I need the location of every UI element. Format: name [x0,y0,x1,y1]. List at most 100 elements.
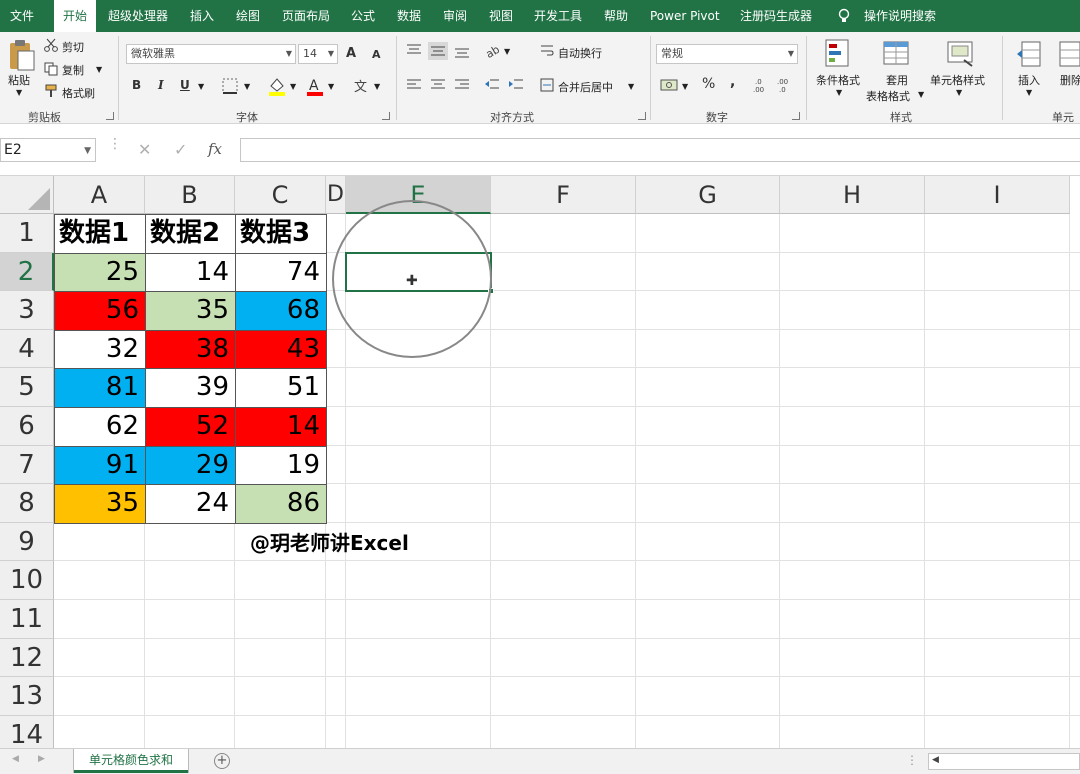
cell-styles-dropdown-icon[interactable]: ▼ [956,88,962,97]
row-header-13[interactable]: 13 [0,677,54,716]
conditional-format-icon[interactable] [824,38,854,68]
menu-tab-super-processor[interactable]: 超级处理器 [104,0,172,32]
format-as-table-dropdown-icon[interactable]: ▼ [918,90,924,99]
table-cell[interactable]: 38 [145,329,236,370]
phonetic-icon[interactable]: 文 [352,77,370,95]
cancel-icon[interactable]: ✕ [138,140,151,159]
fill-color-icon[interactable] [268,76,286,96]
copy-icon[interactable] [44,62,58,76]
merge-dropdown-icon[interactable]: ▼ [628,82,634,91]
phonetic-dropdown-icon[interactable]: ▼ [374,82,380,91]
next-sheet-icon[interactable]: ▶ [38,754,45,764]
align-center-icon[interactable] [430,78,446,92]
table-cell[interactable]: 43 [235,329,327,370]
table-cell[interactable]: 68 [235,291,327,331]
row-header-12[interactable]: 12 [0,638,54,678]
menu-tab-file[interactable]: 文件 [6,0,38,32]
alignment-launcher-icon[interactable] [638,112,646,120]
menu-tab-help[interactable]: 帮助 [600,0,632,32]
shrink-font-button[interactable]: A [372,48,381,61]
horizontal-scrollbar[interactable]: ◀ [928,753,1080,770]
number-format-combo[interactable]: 常规 ▼ [656,44,798,64]
table-cell[interactable]: 35 [145,291,236,331]
table-cell[interactable]: 39 [145,368,236,408]
table-cell[interactable]: 35 [54,484,146,524]
align-right-icon[interactable] [454,78,470,92]
scissors-icon[interactable] [44,38,58,52]
border-dropdown-icon[interactable]: ▼ [244,82,250,91]
menu-tab-draw[interactable]: 绘图 [232,0,264,32]
format-as-table-icon[interactable] [882,38,912,68]
table-cell[interactable]: 86 [235,484,327,524]
copy-dropdown-icon[interactable]: ▼ [96,65,102,74]
format-as-table-line1[interactable]: 套用 [886,72,908,88]
bold-button[interactable]: B [132,78,141,92]
delete-cells-icon[interactable] [1058,40,1080,68]
column-header-a[interactable]: A [54,176,145,214]
percent-button[interactable]: % [702,76,715,92]
search-tell-me[interactable]: 操作说明搜索 [860,0,940,32]
row-header-5[interactable]: 5 [0,368,54,407]
font-color-dropdown-icon[interactable]: ▼ [328,82,334,91]
cut-button[interactable]: 剪切 [62,39,84,55]
menu-tab-view[interactable]: 视图 [485,0,517,32]
name-box-dropdown-icon[interactable]: ▼ [84,140,91,162]
formula-input[interactable] [240,138,1080,162]
border-icon[interactable] [222,78,238,94]
merge-center-icon[interactable] [540,78,554,92]
font-size-combo[interactable]: 14 ▼ [298,44,338,64]
row-header-1[interactable]: 1 [0,214,54,253]
grow-font-button[interactable]: A [346,46,356,61]
table-cell[interactable]: 24 [145,484,236,524]
copy-button[interactable]: 复制 [62,62,84,78]
menu-tab-data[interactable]: 数据 [393,0,425,32]
table-cell[interactable]: 14 [145,252,236,293]
align-top-icon[interactable] [406,44,422,58]
table-header-cell[interactable]: 数据2 [145,214,236,254]
merge-center-button[interactable]: 合并后居中 [558,79,613,95]
worksheet-grid[interactable]: ABCDEFGHI 1 2 3 4 5 6 7 8 9 10 11 12 13 14 数据1 数据2 数据3 2… [0,176,1080,748]
table-cell[interactable]: 19 [235,445,327,486]
number-launcher-icon[interactable] [792,112,800,120]
column-header-b[interactable]: B [145,176,235,214]
table-cell[interactable]: 29 [145,445,236,486]
tab-scroll-grip-icon[interactable]: ⋮ [906,753,918,767]
menu-tab-home[interactable]: 开始 [54,0,96,32]
column-header-d[interactable]: D [326,176,346,214]
row-header-2[interactable]: 2 [0,252,54,292]
menu-tab-insert[interactable]: 插入 [186,0,218,32]
format-as-table-line2[interactable]: 表格格式 [866,88,910,104]
wrap-text-icon[interactable] [540,44,554,58]
wrap-text-button[interactable]: 自动换行 [558,45,602,61]
format-painter-button[interactable]: 格式刷 [62,85,95,101]
row-header-4[interactable]: 4 [0,329,54,369]
format-painter-icon[interactable] [44,84,58,98]
orientation-icon[interactable]: ab [484,42,502,58]
column-header-g[interactable]: G [636,176,780,214]
row-header-11[interactable]: 11 [0,600,54,639]
underline-button[interactable]: U [180,78,190,92]
cell-styles-icon[interactable] [946,38,976,68]
formula-bar-grip-icon[interactable]: ⋮ [108,137,122,151]
row-header-14[interactable]: 14 [0,715,54,748]
column-header-f[interactable]: F [491,176,636,214]
row-header-3[interactable]: 3 [0,291,54,330]
sheet-tab-active[interactable]: 单元格颜色求和 [74,749,188,773]
table-cell[interactable]: 62 [54,407,146,447]
row-header-9[interactable]: 9 [0,522,54,562]
insert-function-button[interactable]: fx [208,140,222,158]
table-header-cell[interactable]: 数据3 [235,214,327,254]
column-header-c[interactable]: C [235,176,326,214]
italic-button[interactable]: I [158,78,164,92]
name-box[interactable]: E2 ▼ [0,138,96,162]
conditional-format-button[interactable]: 条件格式 [816,72,860,88]
font-launcher-icon[interactable] [382,112,390,120]
insert-cells-icon[interactable] [1016,40,1042,68]
row-header-6[interactable]: 6 [0,407,54,446]
enter-icon[interactable]: ✓ [174,140,187,159]
scroll-left-icon[interactable]: ◀ [932,755,939,765]
insert-cells-button[interactable]: 插入 [1018,72,1040,88]
currency-icon[interactable] [660,78,678,92]
font-color-icon[interactable]: A [306,76,324,96]
menu-tab-page-layout[interactable]: 页面布局 [278,0,334,32]
